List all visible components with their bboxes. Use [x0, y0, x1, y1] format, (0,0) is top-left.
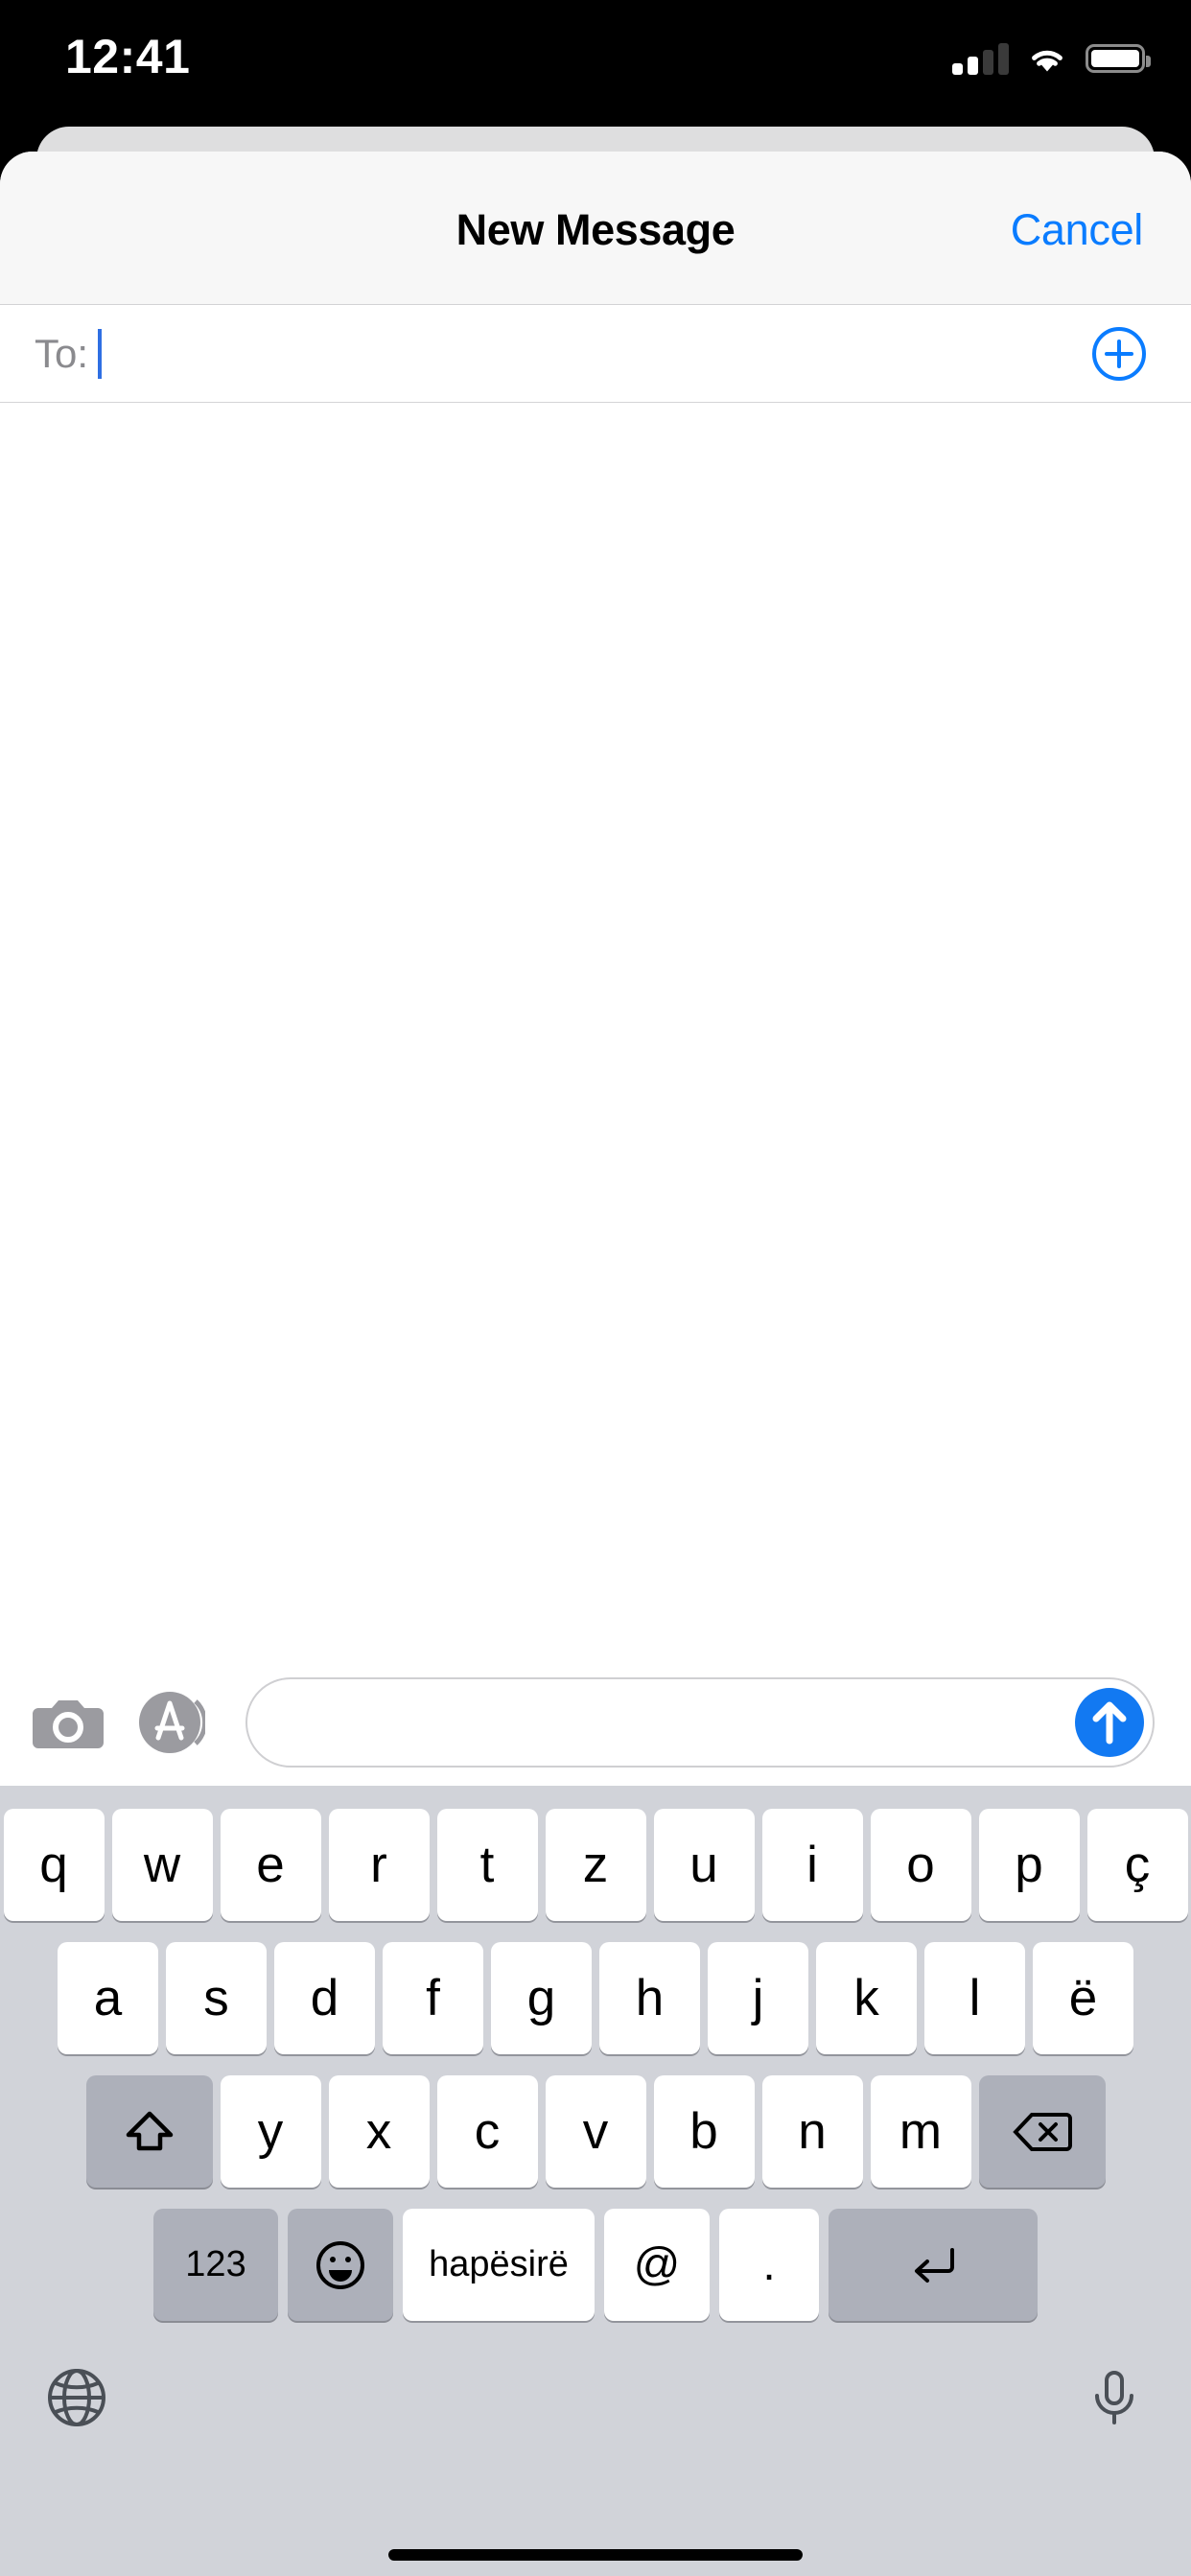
- keyboard-bottom-row: [0, 2321, 1191, 2474]
- backspace-key[interactable]: [978, 2075, 1106, 2188]
- key-e-diaeresis[interactable]: ë: [1033, 1942, 1133, 2054]
- key-q[interactable]: q: [3, 1809, 105, 1921]
- navigation-bar: New Message Cancel: [0, 152, 1191, 305]
- message-input-toolbar: [0, 1659, 1191, 1786]
- key-k[interactable]: k: [816, 1942, 917, 2054]
- cancel-button[interactable]: Cancel: [1011, 205, 1144, 255]
- key-t[interactable]: t: [436, 1809, 538, 1921]
- key-b[interactable]: b: [653, 2075, 755, 2188]
- shift-key[interactable]: [85, 2075, 213, 2188]
- key-p[interactable]: p: [978, 1809, 1080, 1921]
- new-message-sheet: New Message Cancel To: q w e r t z u i o…: [0, 152, 1191, 2576]
- microphone-icon[interactable]: [1084, 2367, 1145, 2428]
- key-h[interactable]: h: [599, 1942, 700, 2054]
- key-r[interactable]: r: [328, 1809, 430, 1921]
- key-x[interactable]: x: [328, 2075, 430, 2188]
- battery-icon: [1086, 44, 1151, 73]
- emoji-smiley-icon[interactable]: [288, 2209, 393, 2321]
- key-g[interactable]: g: [491, 1942, 592, 2054]
- message-input-field[interactable]: [245, 1677, 1155, 1768]
- key-v[interactable]: v: [545, 2075, 646, 2188]
- keyboard-row-3: y x c v b n m: [0, 2075, 1191, 2188]
- key-c-cedilla[interactable]: ç: [1086, 1809, 1188, 1921]
- wifi-icon: [1026, 42, 1068, 75]
- keyboard-row-2: a s d f g h j k l ë: [0, 1942, 1191, 2054]
- plus-circle-icon[interactable]: [1091, 326, 1147, 382]
- cellular-signal-icon: [952, 42, 1009, 75]
- key-c[interactable]: c: [436, 2075, 538, 2188]
- key-o[interactable]: o: [870, 1809, 971, 1921]
- space-key[interactable]: hapësirë: [403, 2209, 595, 2321]
- status-bar-time: 12:41: [65, 30, 191, 83]
- key-s[interactable]: s: [166, 1942, 267, 2054]
- key-z[interactable]: z: [545, 1809, 646, 1921]
- home-indicator: [388, 2549, 803, 2561]
- key-d[interactable]: d: [274, 1942, 375, 2054]
- keyboard-row-4: 123 hapësirë @ .: [0, 2209, 1191, 2321]
- key-f[interactable]: f: [383, 1942, 483, 2054]
- recipient-field-label: To:: [35, 330, 89, 376]
- status-bar: 12:41: [0, 0, 1191, 127]
- app-store-icon[interactable]: [136, 1688, 208, 1757]
- globe-icon[interactable]: [46, 2367, 107, 2428]
- iphone-screen: 12:41 New Message Cancel To: q w e r t z…: [0, 0, 1191, 2576]
- key-a[interactable]: a: [58, 1942, 158, 2054]
- key-i[interactable]: i: [761, 1809, 863, 1921]
- key-m[interactable]: m: [870, 2075, 971, 2188]
- numbers-key[interactable]: 123: [153, 2209, 278, 2321]
- key-u[interactable]: u: [653, 1809, 755, 1921]
- key-l[interactable]: l: [924, 1942, 1025, 2054]
- conversation-area: [0, 403, 1191, 1659]
- key-j[interactable]: j: [708, 1942, 808, 2054]
- key-n[interactable]: n: [761, 2075, 863, 2188]
- period-key[interactable]: .: [719, 2209, 819, 2321]
- status-bar-indicators: [952, 36, 1151, 81]
- key-y[interactable]: y: [220, 2075, 321, 2188]
- return-key[interactable]: [829, 2209, 1038, 2321]
- at-key[interactable]: @: [604, 2209, 710, 2321]
- software-keyboard: q w e r t z u i o p ç a s d f g h j k l …: [0, 1786, 1191, 2576]
- camera-icon[interactable]: [33, 1695, 104, 1750]
- key-w[interactable]: w: [111, 1809, 213, 1921]
- key-e[interactable]: e: [220, 1809, 321, 1921]
- text-cursor: [98, 328, 103, 379]
- keyboard-row-1: q w e r t z u i o p ç: [0, 1809, 1191, 1921]
- arrow-up-circle-icon[interactable]: [1072, 1685, 1147, 1760]
- recipient-field-row[interactable]: To:: [0, 305, 1191, 403]
